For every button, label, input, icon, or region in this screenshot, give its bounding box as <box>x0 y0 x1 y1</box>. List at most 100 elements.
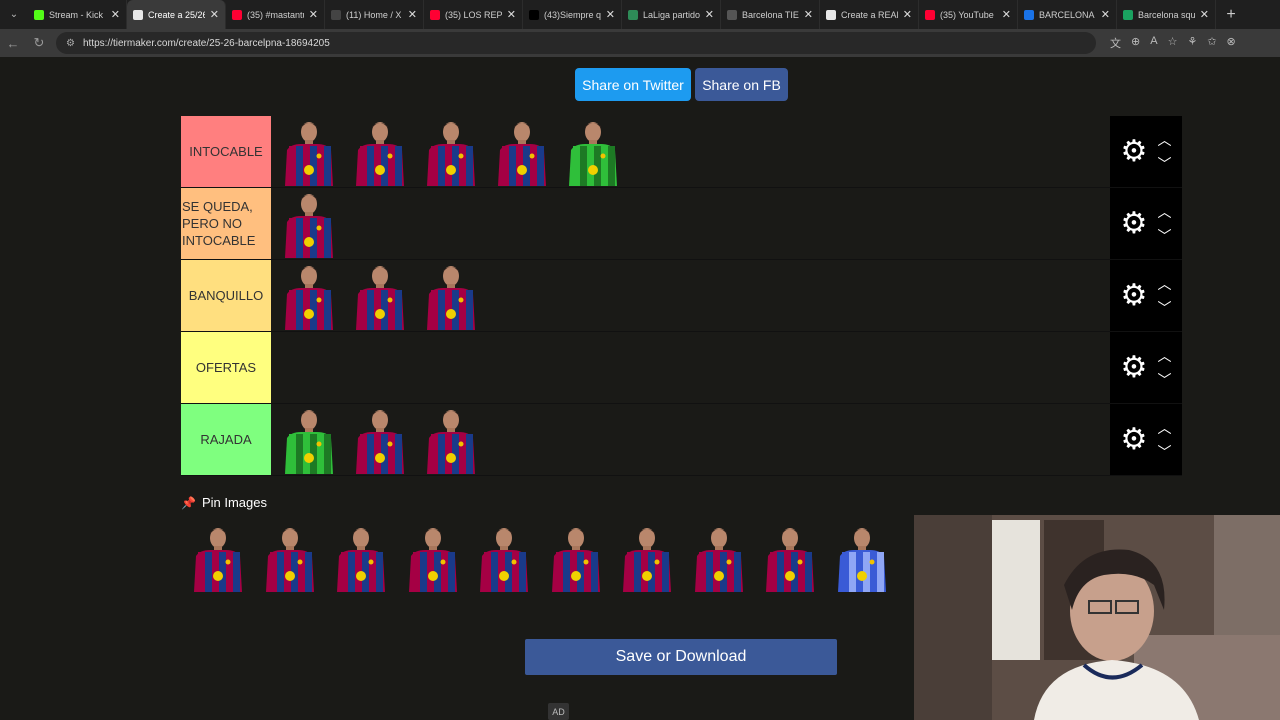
tier-controls: ⚙ ︿ ﹀ <box>1110 404 1182 475</box>
tab-close-icon[interactable]: ✕ <box>210 8 219 21</box>
new-tab-icon[interactable]: + <box>1216 6 1246 24</box>
pool-player-image[interactable] <box>188 524 248 592</box>
browser-tab[interactable]: Stream - Kick D ✕ <box>28 0 127 29</box>
tab-title: Barcelona squa <box>1138 9 1195 20</box>
player-image[interactable] <box>350 262 410 330</box>
extensions-icon[interactable]: ⚘ <box>1187 35 1197 51</box>
player-image[interactable] <box>563 118 623 186</box>
pool-player-image[interactable] <box>832 524 892 592</box>
site-info-icon[interactable]: ⚙ <box>66 38 75 49</box>
tab-title: (35) LOS REPE <box>445 9 502 20</box>
player-image[interactable] <box>350 118 410 186</box>
tab-close-icon[interactable]: ✕ <box>309 8 318 21</box>
chevron-down-icon[interactable]: ﹀ <box>1157 296 1171 320</box>
tab-favicon-icon <box>628 9 638 20</box>
pool-player-image[interactable] <box>617 524 677 592</box>
move-arrows: ︿ ﹀ <box>1157 272 1171 320</box>
player-image[interactable] <box>421 406 481 474</box>
browser-tab[interactable]: Barcelona TIER ✕ <box>721 0 820 29</box>
browser-tab[interactable]: Create a 25/26 ✕ <box>127 0 226 29</box>
tab-title: Create a REAL <box>841 9 898 20</box>
chevron-down-icon[interactable]: ﹀ <box>1157 224 1171 248</box>
bookmark-star-icon[interactable]: ☆ <box>1168 35 1178 51</box>
browser-tab[interactable]: (11) Home / X ✕ <box>325 0 424 29</box>
back-icon[interactable]: ← <box>0 36 26 51</box>
pin-images-toggle[interactable]: 📌 Pin Images <box>181 495 267 510</box>
pool-player-image[interactable] <box>260 524 320 592</box>
tab-close-icon[interactable]: ✕ <box>408 8 417 21</box>
translate-icon[interactable]: 文 <box>1110 35 1121 51</box>
tier-controls: ⚙ ︿ ﹀ <box>1110 332 1182 403</box>
pool-player-image[interactable] <box>474 524 534 592</box>
gear-icon[interactable]: ⚙ <box>1121 352 1148 383</box>
gear-icon[interactable]: ⚙ <box>1121 136 1148 167</box>
browser-tab[interactable]: (35) YouTube ✕ <box>919 0 1018 29</box>
player-image[interactable] <box>421 118 481 186</box>
browser-tab[interactable]: (43)Siempre qu ✕ <box>523 0 622 29</box>
pin-images-label: Pin Images <box>201 495 267 510</box>
tab-title: Create a 25/26 <box>148 9 205 20</box>
zoom-icon[interactable]: ⊕ <box>1131 35 1140 51</box>
share-twitter-button[interactable]: Share on Twitter <box>575 68 691 101</box>
browser-tab[interactable]: BARCELONA TI ✕ <box>1018 0 1117 29</box>
tab-close-icon[interactable]: ✕ <box>903 8 912 21</box>
pool-player-image[interactable] <box>403 524 463 592</box>
chevron-up-icon[interactable]: ︿ <box>1157 200 1171 224</box>
gear-icon[interactable]: ⚙ <box>1121 208 1148 239</box>
tier-label[interactable]: OFERTAS <box>181 332 271 403</box>
tab-close-icon[interactable]: ✕ <box>111 8 120 21</box>
tab-close-icon[interactable]: ✕ <box>1002 8 1011 21</box>
player-image[interactable] <box>279 118 339 186</box>
tab-favicon-icon <box>34 9 44 20</box>
chevron-down-icon[interactable]: ﹀ <box>1157 152 1171 176</box>
browser-tab[interactable]: (35) LOS REPE ✕ <box>424 0 523 29</box>
player-image[interactable] <box>279 262 339 330</box>
tier-row: OFERTAS ⚙ ︿ ﹀ <box>181 332 1182 404</box>
tier-label[interactable]: SE QUEDA, PERO NO INTOCABLE <box>181 188 271 259</box>
tab-search-icon[interactable]: ⌄ <box>0 0 28 29</box>
favorites-icon[interactable]: ✩ <box>1207 35 1216 51</box>
pool-player-image[interactable] <box>689 524 749 592</box>
chevron-up-icon[interactable]: ︿ <box>1157 128 1171 152</box>
tab-title: (35) #mastantu <box>247 9 304 20</box>
gear-icon[interactable]: ⚙ <box>1121 424 1148 455</box>
tab-close-icon[interactable]: ✕ <box>804 8 813 21</box>
url-field[interactable]: ⚙ https://tiermaker.com/create/25-26-bar… <box>56 32 1096 54</box>
browser-tab[interactable]: Barcelona squa ✕ <box>1117 0 1216 29</box>
browser-tab[interactable]: LaLiga partido ✕ <box>622 0 721 29</box>
tab-close-icon[interactable]: ✕ <box>1101 8 1110 21</box>
tab-close-icon[interactable]: ✕ <box>606 8 615 21</box>
url-text: https://tiermaker.com/create/25-26-barce… <box>82 37 330 49</box>
chevron-down-icon[interactable]: ﹀ <box>1157 440 1171 464</box>
tier-controls: ⚙ ︿ ﹀ <box>1110 116 1182 187</box>
read-aloud-icon[interactable]: A <box>1150 35 1157 51</box>
save-download-button[interactable]: Save or Download <box>525 639 837 675</box>
move-arrows: ︿ ﹀ <box>1157 416 1171 464</box>
tab-close-icon[interactable]: ✕ <box>705 8 714 21</box>
pool-player-image[interactable] <box>546 524 606 592</box>
browser-tab[interactable]: (35) #mastantu ✕ <box>226 0 325 29</box>
tier-label[interactable]: INTOCABLE <box>181 116 271 187</box>
pool-player-image[interactable] <box>331 524 391 592</box>
reload-icon[interactable]: ↻ <box>26 35 52 51</box>
tab-close-icon[interactable]: ✕ <box>507 8 516 21</box>
player-image[interactable] <box>421 262 481 330</box>
chevron-up-icon[interactable]: ︿ <box>1157 416 1171 440</box>
pool-player-image[interactable] <box>760 524 820 592</box>
chevron-down-icon[interactable]: ﹀ <box>1157 368 1171 392</box>
tier-list: INTOCABLE ⚙ ︿ ﹀ SE QUEDA, PERO NO INTOCA… <box>181 116 1182 476</box>
profile-icon[interactable]: ⊗ <box>1227 35 1236 51</box>
tab-title: (43)Siempre qu <box>544 9 601 20</box>
player-image[interactable] <box>279 190 339 258</box>
tier-label[interactable]: BANQUILLO <box>181 260 271 331</box>
chevron-up-icon[interactable]: ︿ <box>1157 344 1171 368</box>
player-image[interactable] <box>492 118 552 186</box>
player-image[interactable] <box>279 406 339 474</box>
browser-tab[interactable]: Create a REAL ✕ <box>820 0 919 29</box>
chevron-up-icon[interactable]: ︿ <box>1157 272 1171 296</box>
gear-icon[interactable]: ⚙ <box>1121 280 1148 311</box>
tier-label[interactable]: RAJADA <box>181 404 271 475</box>
share-facebook-button[interactable]: Share on FB <box>695 68 788 101</box>
player-image[interactable] <box>350 406 410 474</box>
tab-close-icon[interactable]: ✕ <box>1200 8 1209 21</box>
